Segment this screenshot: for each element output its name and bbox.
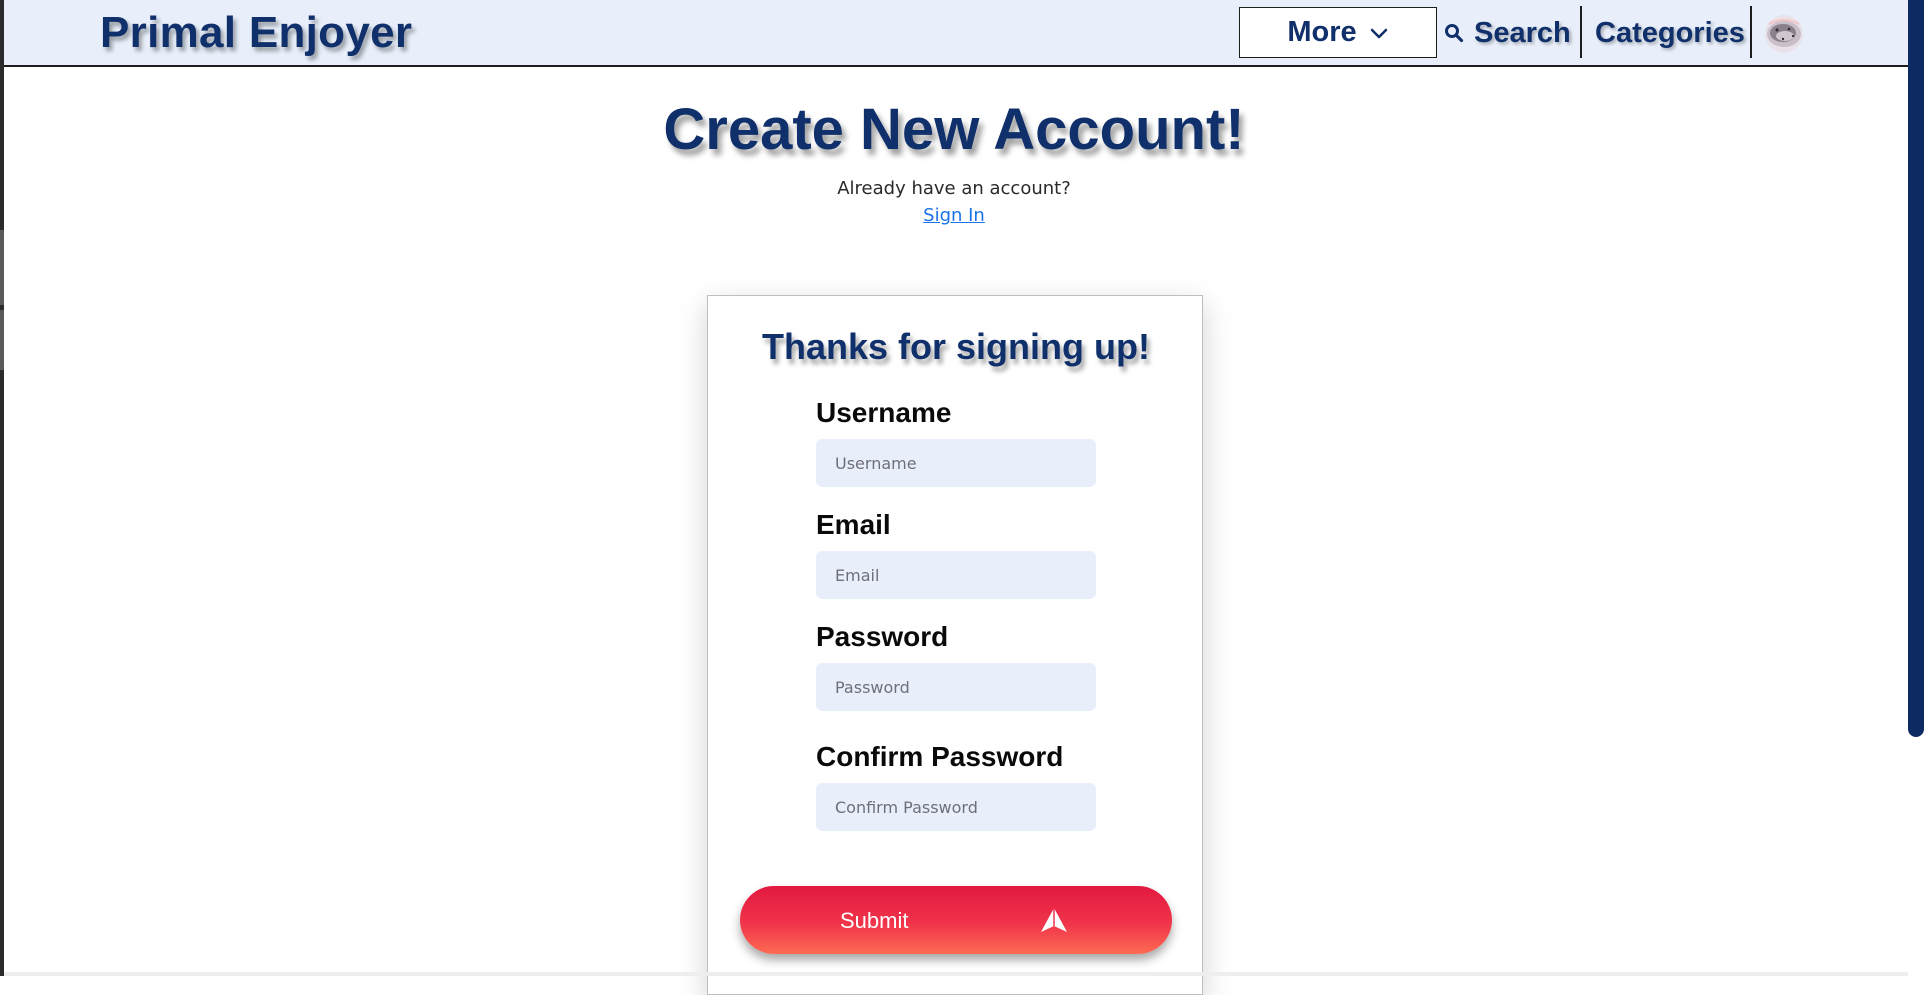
site-logo[interactable]: Primal Enjoyer xyxy=(100,8,412,58)
submit-label: Submit xyxy=(840,908,909,933)
email-label: Email xyxy=(816,509,891,540)
page-title: Create New Account! xyxy=(663,97,1245,162)
scrollbar-thumb[interactable] xyxy=(1908,0,1924,737)
more-menu-button[interactable]: More xyxy=(1239,7,1437,58)
edge-mark xyxy=(0,310,4,370)
chevron-down-icon xyxy=(1370,28,1387,38)
edge-mark xyxy=(0,230,4,305)
already-have-account-text: Already have an account? xyxy=(837,178,1071,199)
arrow-up-icon xyxy=(1041,908,1067,932)
categories-link[interactable]: Categories xyxy=(1595,12,1745,54)
bottom-edge xyxy=(4,972,1908,976)
nav-divider xyxy=(1580,6,1582,58)
confirm-password-label: Confirm Password xyxy=(816,741,1064,772)
search-label: Search xyxy=(1474,16,1571,49)
search-link[interactable]: Search xyxy=(1444,12,1571,54)
confirm-password-input[interactable] xyxy=(816,783,1096,831)
username-input[interactable] xyxy=(816,439,1096,487)
sign-in-link-text[interactable]: Sign In xyxy=(923,205,985,226)
username-label: Username xyxy=(816,397,952,428)
avatar-image xyxy=(1765,15,1803,53)
email-input[interactable] xyxy=(816,551,1096,599)
signup-form-card: Thanks for signing up! Username Email Pa… xyxy=(707,295,1203,995)
more-label: More xyxy=(1287,16,1357,48)
sign-in-link: Sign In xyxy=(0,205,1908,226)
avatar[interactable] xyxy=(1763,14,1805,54)
password-input[interactable] xyxy=(816,663,1096,711)
search-icon xyxy=(1445,24,1464,43)
submit-button[interactable]: Submit xyxy=(740,886,1172,954)
form-title: Thanks for signing up! xyxy=(762,326,1150,367)
password-label: Password xyxy=(816,621,949,652)
navbar: Primal Enjoyer More Search Categories xyxy=(4,0,1908,67)
nav-divider xyxy=(1750,6,1752,58)
